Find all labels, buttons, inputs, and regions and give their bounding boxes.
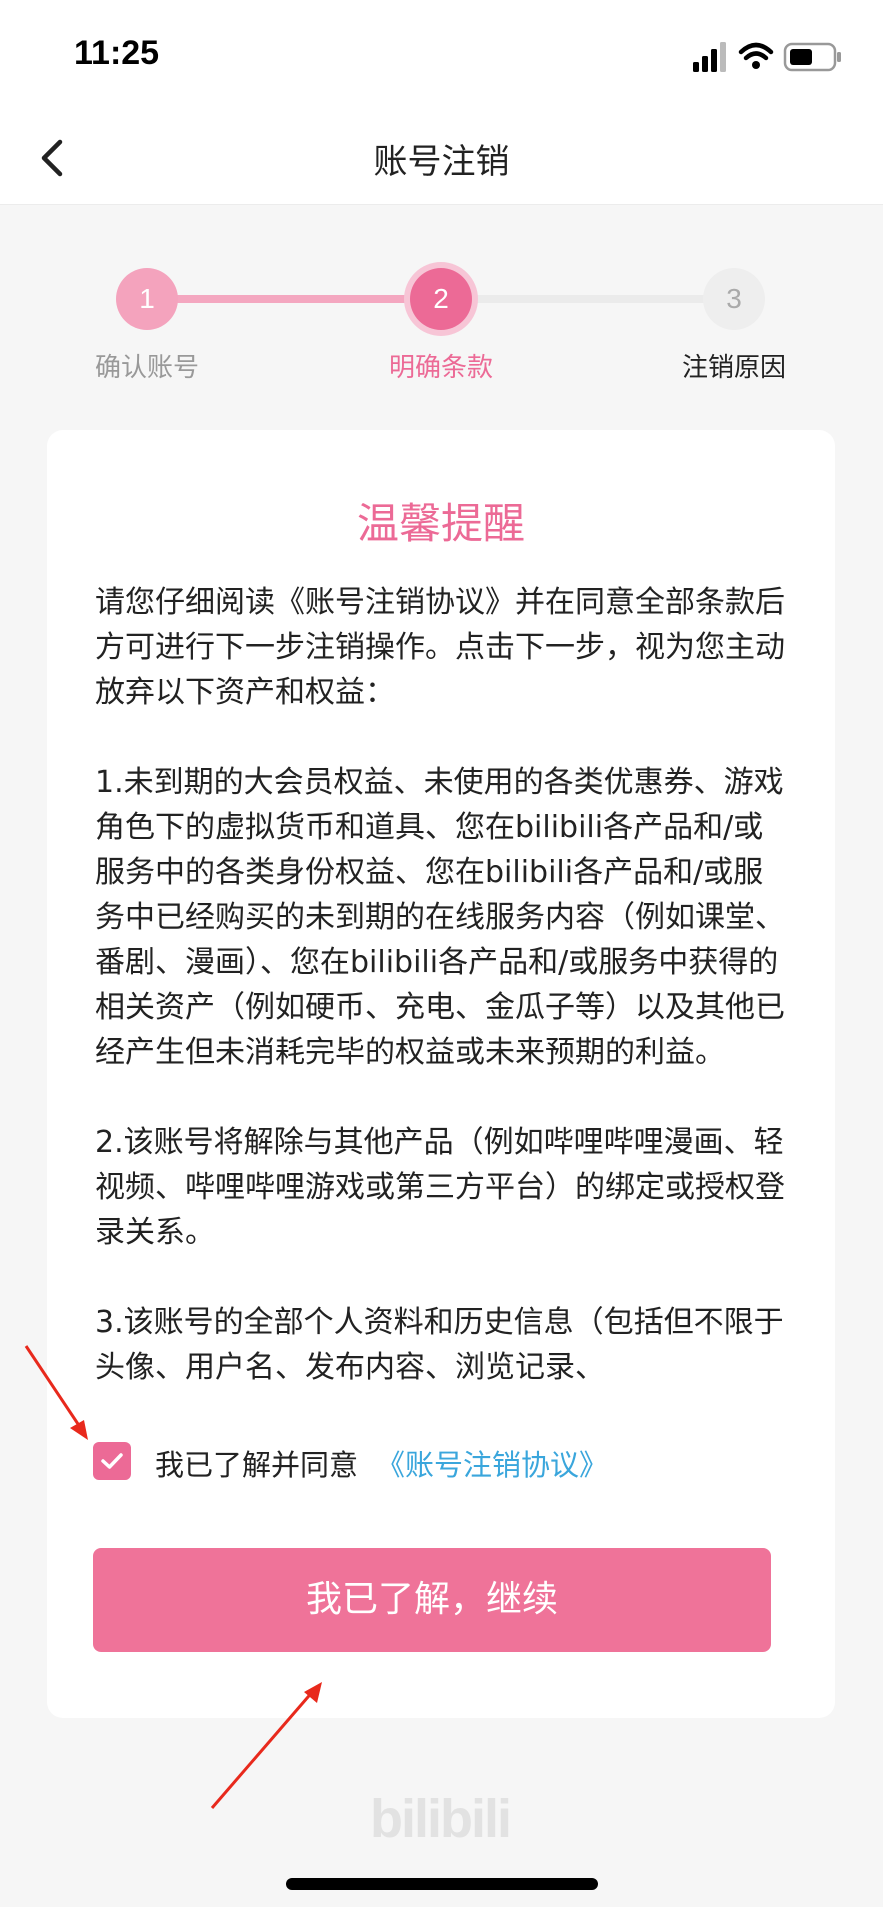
- checkmark-icon: [101, 1453, 123, 1469]
- page-title: 账号注销: [373, 142, 510, 182]
- terms-intro: 请您仔细阅读《账号注销协议》并在同意全部条款后方可进行下一步注销操作。点击下一步…: [95, 585, 785, 710]
- step-connector-todo: [440, 295, 734, 303]
- status-time: 11:25: [74, 34, 160, 72]
- step-connector-done: [148, 295, 440, 303]
- logo-text: bilibili: [370, 1789, 512, 1849]
- progress-stepper: 1 2 3 确认账号 明确条款 注销原因: [0, 204, 883, 384]
- bilibili-logo: bilibili: [370, 1788, 512, 1850]
- agree-label: 我已了解并同意: [155, 1448, 359, 1482]
- card-title: 温馨提醒: [356, 499, 525, 548]
- agree-checkbox[interactable]: [93, 1442, 131, 1480]
- step-1-circle: 1: [116, 268, 178, 330]
- terms-item-1: 1.未到期的大会员权益、未使用的各类优惠券、游戏角色下的虚拟货币和道具、您在bi…: [95, 765, 785, 1070]
- status-bar: 11:25: [0, 0, 883, 110]
- agreement-link[interactable]: 《账号注销协议》: [376, 1448, 608, 1482]
- signal-wifi-battery-icon: [693, 42, 841, 72]
- step-3-circle: 3: [703, 268, 765, 330]
- home-indicator[interactable]: [286, 1878, 598, 1890]
- status-icons: [693, 40, 843, 74]
- step-3-label: 注销原因: [681, 353, 786, 383]
- continue-button[interactable]: 我已了解，继续: [93, 1548, 771, 1652]
- terms-scroll-area[interactable]: 请您仔细阅读《账号注销协议》并在同意全部条款后方可进行下一步注销操作。点击下一步…: [95, 580, 785, 1410]
- agree-text: 我已了解并同意 《账号注销协议》: [155, 1442, 608, 1484]
- terms-item-3: 3.该账号的全部个人资料和历史信息（包括但不限于头像、用户名、发布内容、浏览记录…: [95, 1305, 784, 1385]
- step-1-label: 确认账号: [94, 353, 199, 383]
- step-2-circle: 2: [410, 268, 472, 330]
- terms-card: 温馨提醒 请您仔细阅读《账号注销协议》并在同意全部条款后方可进行下一步注销操作。…: [47, 430, 835, 1718]
- nav-bar: 账号注销: [0, 110, 883, 205]
- terms-item-2: 2.该账号将解除与其他产品（例如哔哩哔哩漫画、轻视频、哔哩哔哩游戏或第三方平台）…: [95, 1125, 785, 1250]
- step-2-label: 明确条款: [388, 353, 493, 383]
